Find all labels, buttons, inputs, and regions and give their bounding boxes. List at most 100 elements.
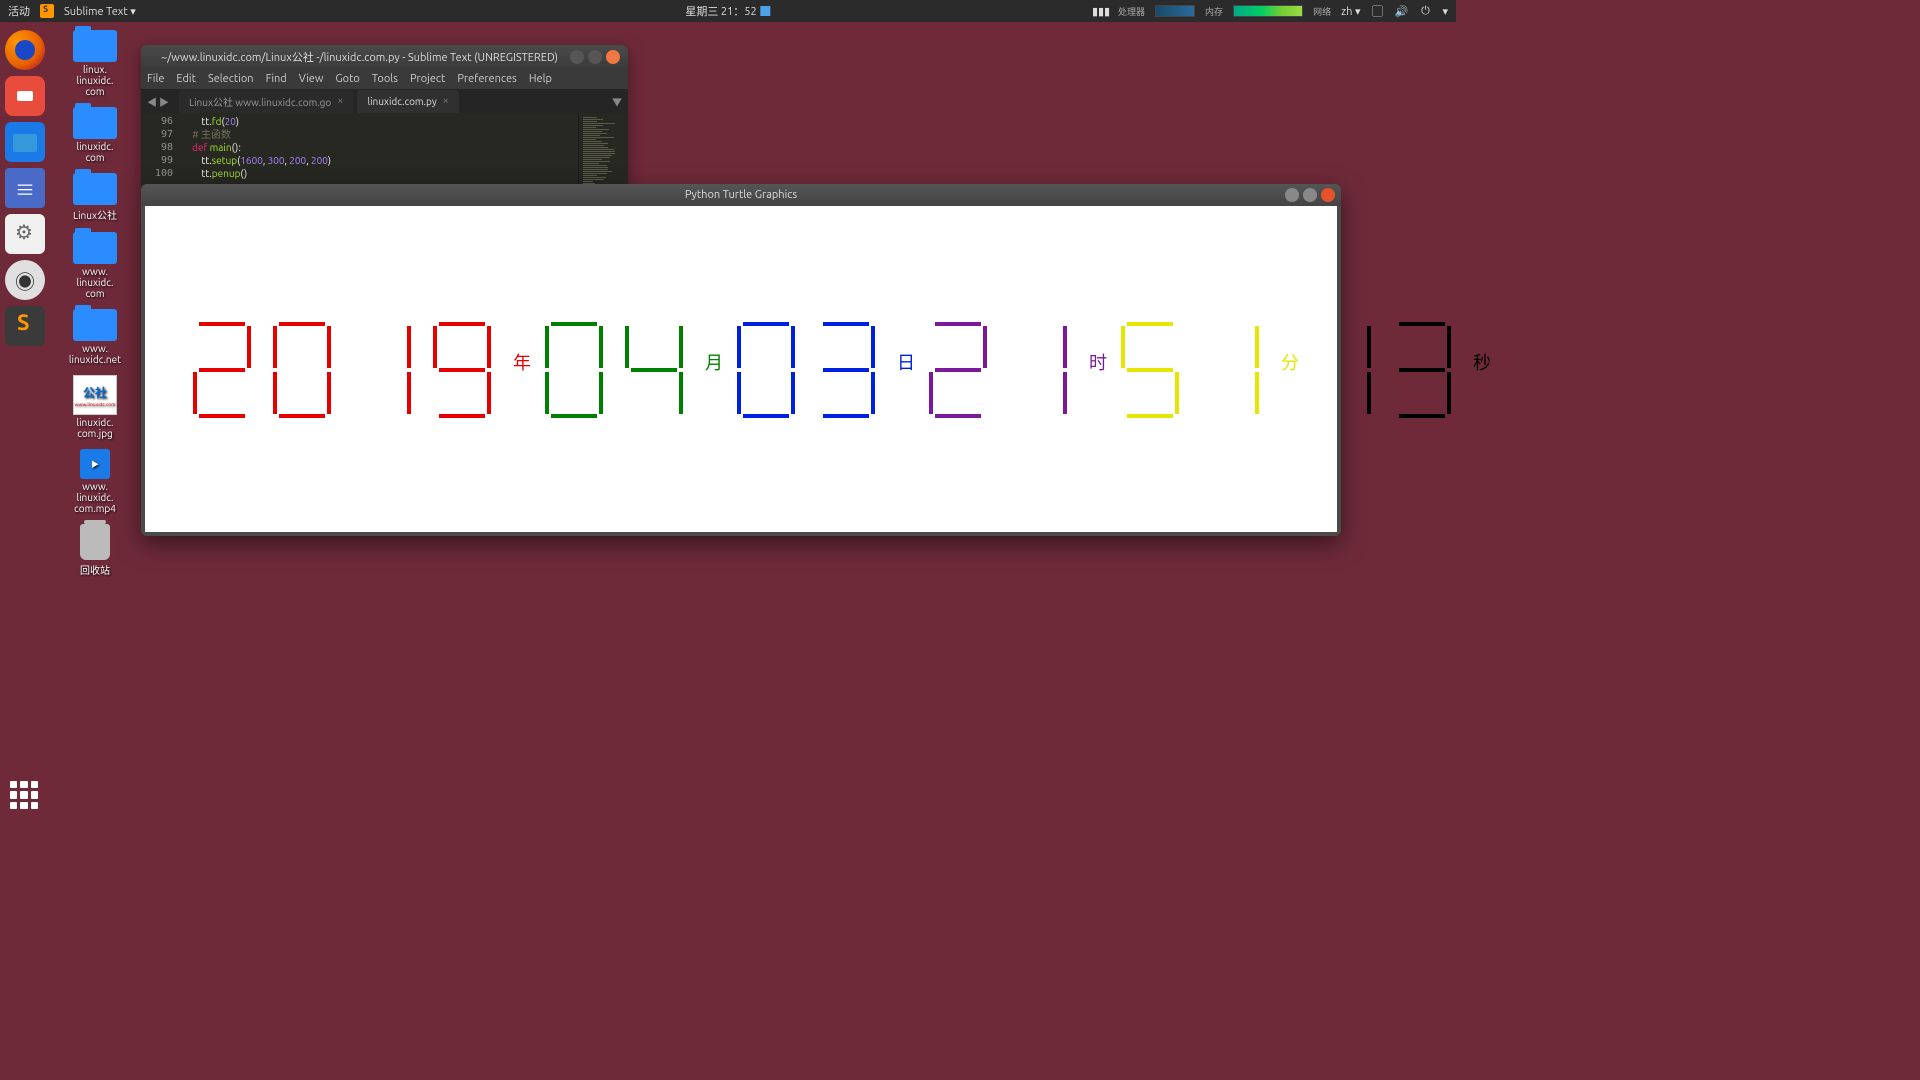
code-area[interactable]: tt.fd(20) # 主函数 def main(): tt.setup(160…: [179, 113, 578, 190]
close-icon[interactable]: [1321, 188, 1335, 202]
mem-graph[interactable]: [1233, 5, 1303, 17]
digit-5: [1121, 322, 1179, 418]
menu-edit[interactable]: Edit: [176, 73, 196, 85]
segment: [823, 322, 869, 326]
segment: [327, 326, 331, 368]
segment: [791, 326, 795, 368]
desktop-icon[interactable]: Linux公社: [60, 173, 130, 222]
show-apps-button[interactable]: [10, 781, 38, 809]
icon-label: linuxidc. com: [76, 141, 113, 163]
menu-preferences[interactable]: Preferences: [457, 73, 517, 85]
sublime-tabbar: ◀▶ Linux公社 www.linuxidc.com.go×linuxidc.…: [141, 89, 628, 113]
sublime-titlebar[interactable]: ~/www.linuxidc.com/Linux公社 -/linuxidc.co…: [141, 45, 628, 69]
net-label: 网络: [1313, 5, 1331, 18]
nav-fwd-icon[interactable]: ▶: [159, 94, 169, 109]
maximize-icon[interactable]: [1303, 188, 1317, 202]
menu-help[interactable]: Help: [529, 73, 552, 85]
turtle-titlebar[interactable]: Python Turtle Graphics: [141, 184, 1341, 206]
cpu-graph[interactable]: [1155, 5, 1195, 17]
menu-goto[interactable]: Goto: [335, 73, 359, 85]
segment: [407, 326, 411, 368]
tab[interactable]: linuxidc.com.py×: [357, 90, 458, 113]
segment: [1367, 326, 1371, 368]
app-menu[interactable]: Sublime Text ▾: [64, 5, 136, 18]
segment: [1255, 326, 1259, 368]
volume-icon[interactable]: 🔊: [1394, 4, 1408, 18]
minimize-icon[interactable]: [570, 50, 584, 64]
dock-firefox[interactable]: [5, 30, 45, 70]
segment: [871, 372, 875, 414]
top-bar: 活动 Sublime Text ▾ 星期三 21：52 ▮▮▮ 处理器 内存 网…: [0, 0, 1456, 22]
system-menu-caret[interactable]: ▾: [1442, 5, 1448, 18]
segment: [439, 322, 485, 326]
desktop-icon[interactable]: www. linuxidc.net: [60, 309, 130, 365]
clock[interactable]: 星期三 21：52: [685, 3, 756, 19]
segment: [273, 326, 277, 368]
power-icon[interactable]: ⏻: [1418, 4, 1432, 18]
segment: [407, 372, 411, 414]
stats-icon[interactable]: ▮▮▮: [1094, 4, 1108, 18]
desktop-icon[interactable]: linux. linuxidc. com: [60, 30, 130, 97]
segment: [487, 326, 491, 368]
segment: [193, 372, 197, 414]
desktop-icon[interactable]: ▶www. linuxidc. com.mp4: [60, 449, 130, 514]
desktop-icon[interactable]: linuxidc. com: [60, 107, 130, 163]
maximize-icon[interactable]: [588, 50, 602, 64]
dock-screenshot[interactable]: [5, 76, 45, 116]
notification-icon[interactable]: [761, 6, 771, 16]
digit-0: [545, 322, 603, 418]
segment: [279, 414, 325, 418]
segment: [791, 372, 795, 414]
digit-2: [193, 322, 251, 418]
dock-document[interactable]: [5, 168, 45, 208]
segment: [983, 326, 987, 368]
tab-close-icon[interactable]: ×: [443, 95, 449, 107]
dock-camera[interactable]: [5, 260, 45, 300]
dock-files[interactable]: [5, 122, 45, 162]
unit-label: 年: [513, 349, 531, 375]
segment: [545, 326, 549, 368]
menu-view[interactable]: View: [299, 73, 324, 85]
segment: [1447, 372, 1451, 414]
unit-label: 月: [705, 349, 723, 375]
image-icon: 公社www.linuxidc.com: [73, 375, 117, 415]
segment: [551, 414, 597, 418]
menu-tools[interactable]: Tools: [372, 73, 398, 85]
sublime-icon: [40, 4, 54, 18]
video-icon: ▶: [80, 449, 110, 479]
lang-indicator[interactable]: zh ▾: [1341, 5, 1360, 18]
minimap[interactable]: [578, 113, 628, 190]
segment: [487, 372, 491, 414]
segment: [823, 414, 869, 418]
desktop-icon[interactable]: www. linuxidc. com: [60, 232, 130, 299]
menu-find[interactable]: Find: [266, 73, 287, 85]
mem-label: 内存: [1205, 5, 1223, 18]
tab-dropdown-icon[interactable]: ▼: [612, 94, 622, 109]
icon-label: Linux公社: [73, 207, 117, 222]
segment: [439, 368, 485, 372]
desktop-icon[interactable]: 回收站: [60, 524, 130, 577]
minimize-icon[interactable]: [1285, 188, 1299, 202]
nav-back-icon[interactable]: ◀: [147, 94, 157, 109]
folder-icon: [73, 232, 117, 264]
menu-file[interactable]: File: [147, 73, 164, 85]
folder-icon: [73, 107, 117, 139]
turtle-window: Python Turtle Graphics 年月日时分秒: [141, 184, 1341, 536]
editor[interactable]: 96 97 98 99 100 tt.fd(20) # 主函数 def main…: [141, 113, 628, 190]
segment: [1399, 414, 1445, 418]
tab[interactable]: Linux公社 www.linuxidc.com.go×: [179, 90, 353, 113]
menu-project[interactable]: Project: [410, 73, 445, 85]
tab-close-icon[interactable]: ×: [337, 95, 343, 107]
dock-sublime[interactable]: [5, 306, 45, 346]
unit-label: 分: [1281, 349, 1299, 375]
segment: [631, 368, 677, 372]
menu-selection[interactable]: Selection: [208, 73, 254, 85]
unit-label: 日: [897, 349, 915, 375]
desktop-icon[interactable]: 公社www.linuxidc.comlinuxidc. com.jpg: [60, 375, 130, 439]
dock-software[interactable]: [5, 214, 45, 254]
digit-9: [433, 322, 491, 418]
window-icon[interactable]: ▢: [1370, 4, 1384, 18]
close-icon[interactable]: [606, 50, 620, 64]
activities-button[interactable]: 活动: [8, 3, 30, 19]
segment: [1127, 368, 1173, 372]
